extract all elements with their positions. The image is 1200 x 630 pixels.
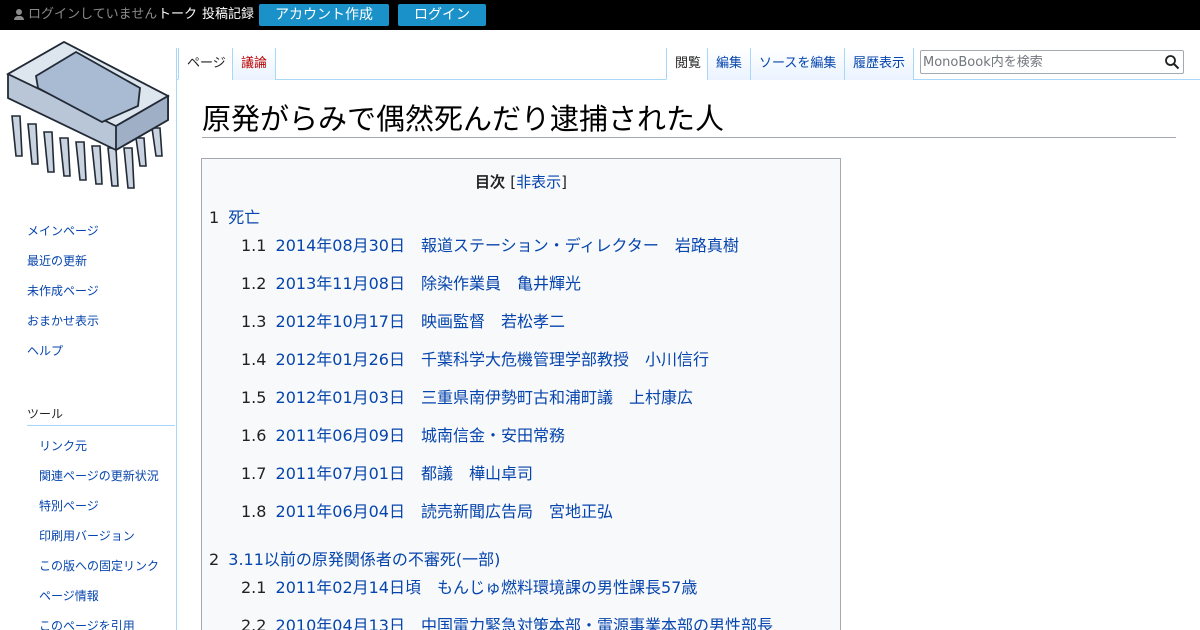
- tab-page[interactable]: ページ: [178, 48, 235, 80]
- toc-number: 1.1: [241, 236, 267, 255]
- toc-item[interactable]: 1 死亡: [209, 204, 260, 228]
- toc-number: 1.5: [241, 388, 267, 407]
- talk-link[interactable]: トーク: [158, 0, 197, 30]
- toc-link[interactable]: 2011年06月04日 読売新聞広告局 宮地正弘: [276, 502, 613, 521]
- toc-number: 1.8: [241, 502, 267, 521]
- search-box: [920, 50, 1184, 74]
- tabs-baseline-right: [912, 79, 1200, 80]
- not-logged-in-text: ログインしていません: [28, 7, 158, 22]
- tool-related-changes[interactable]: 関連ページの更新状況: [39, 467, 159, 484]
- nav-recent-changes[interactable]: 最近の更新: [27, 252, 87, 269]
- nav-help[interactable]: ヘルプ: [27, 342, 63, 359]
- toc-link[interactable]: 2013年11月08日 除染作業員 亀井輝光: [276, 274, 581, 293]
- sidebar-divider: [176, 48, 177, 630]
- toc-link[interactable]: 2014年08月30日 報道ステーション・ディレクター 岩路真樹: [276, 236, 739, 255]
- tool-special-pages[interactable]: 特別ページ: [39, 497, 99, 514]
- table-of-contents: 目次 [非表示] 1 死亡 1.1 2014年08月30日 報道ステーション・デ…: [201, 158, 841, 630]
- create-account-button[interactable]: アカウント作成: [259, 4, 389, 26]
- toc-item[interactable]: 1.6 2011年06月09日 城南信金・安田常務: [241, 422, 565, 446]
- tools-heading: ツール: [27, 407, 64, 421]
- toc-link[interactable]: 3.11以前の原発関係者の不審死(一部): [228, 550, 500, 569]
- tool-permanent-link[interactable]: この版への固定リンク: [39, 557, 159, 574]
- toc-hide-toggle[interactable]: 非表示: [516, 173, 561, 191]
- page-title: 原発がらみで偶然死んだり逮捕された人: [202, 102, 725, 136]
- tab-edit[interactable]: 編集: [707, 48, 752, 80]
- toc-link[interactable]: 死亡: [228, 208, 260, 227]
- tab-discussion[interactable]: 議論: [232, 48, 277, 80]
- user-icon: [14, 9, 24, 21]
- tool-page-info[interactable]: ページ情報: [39, 587, 99, 604]
- toc-item[interactable]: 1.4 2012年01月26日 千葉科学大危機管理学部教授 小川信行: [241, 346, 709, 370]
- toc-item[interactable]: 1.8 2011年06月04日 読売新聞広告局 宮地正弘: [241, 498, 613, 522]
- page-title-rule: [202, 137, 1176, 138]
- search-input[interactable]: [923, 52, 1153, 72]
- toc-item[interactable]: 1.3 2012年10月17日 映画監督 若松孝二: [241, 308, 565, 332]
- login-button[interactable]: ログイン: [398, 4, 486, 26]
- toc-number: 1.3: [241, 312, 267, 331]
- toc-item[interactable]: 2.1 2011年02月14日頃 もんじゅ燃料環境課の男性課長57歳: [241, 574, 697, 598]
- contributions-link[interactable]: 投稿記録: [202, 0, 254, 30]
- toc-link[interactable]: 2011年07月01日 都議 樺山卓司: [276, 464, 533, 483]
- tab-history[interactable]: 履歴表示: [844, 48, 915, 80]
- toc-item[interactable]: 1.5 2012年01月03日 三重県南伊勢町古和浦町議 上村康広: [241, 384, 693, 408]
- toc-item[interactable]: 1.7 2011年07月01日 都議 樺山卓司: [241, 460, 533, 484]
- toc-link[interactable]: 2012年10月17日 映画監督 若松孝二: [276, 312, 565, 331]
- tab-read[interactable]: 閲覧: [666, 48, 711, 80]
- tab-edit-source[interactable]: ソースを編集: [750, 48, 846, 80]
- toc-header: 目次 [非表示]: [202, 171, 840, 192]
- nav-main-page[interactable]: メインページ: [27, 222, 99, 239]
- toc-bracket-close: ]: [561, 173, 567, 191]
- toc-item[interactable]: 2.2 2010年04月13日 中国電力緊急対策本部・電源事業本部の男性部長: [241, 612, 773, 630]
- nav-wanted-pages[interactable]: 未作成ページ: [27, 282, 99, 299]
- toc-link[interactable]: 2011年06月09日 城南信金・安田常務: [276, 426, 565, 445]
- toc-number: 2.2: [241, 616, 267, 630]
- tool-printable-version[interactable]: 印刷用バージョン: [39, 527, 135, 544]
- toc-link[interactable]: 2010年04月13日 中国電力緊急対策本部・電源事業本部の男性部長: [276, 616, 773, 630]
- toc-item[interactable]: 1.2 2013年11月08日 除染作業員 亀井輝光: [241, 270, 581, 294]
- toc-link[interactable]: 2011年02月14日頃 もんじゅ燃料環境課の男性課長57歳: [276, 578, 698, 597]
- toc-item[interactable]: 2 3.11以前の原発関係者の不審死(一部): [209, 546, 500, 570]
- toc-number: 2.1: [241, 578, 267, 597]
- toc-number: 1.2: [241, 274, 267, 293]
- toc-number: 1: [209, 208, 220, 227]
- search-icon[interactable]: [1164, 54, 1180, 70]
- tool-cite-page[interactable]: このページを引用: [39, 617, 135, 630]
- personal-toolbar: ログインしていません トーク 投稿記録 アカウント作成 ログイン: [0, 0, 1200, 30]
- tool-what-links-here[interactable]: リンク元: [39, 437, 87, 454]
- toc-item[interactable]: 1.1 2014年08月30日 報道ステーション・ディレクター 岩路真樹: [241, 232, 739, 256]
- toc-link[interactable]: 2012年01月26日 千葉科学大危機管理学部教授 小川信行: [276, 350, 709, 369]
- toc-title: 目次: [475, 173, 506, 191]
- toc-number: 1.6: [241, 426, 267, 445]
- site-logo[interactable]: [6, 38, 170, 190]
- toc-link[interactable]: 2012年01月03日 三重県南伊勢町古和浦町議 上村康広: [276, 388, 693, 407]
- toc-number: 1.4: [241, 350, 267, 369]
- toc-number: 2: [209, 550, 220, 569]
- nav-random-page[interactable]: おまかせ表示: [27, 312, 99, 329]
- tools-heading-rule: [27, 425, 175, 426]
- toc-number: 1.7: [241, 464, 267, 483]
